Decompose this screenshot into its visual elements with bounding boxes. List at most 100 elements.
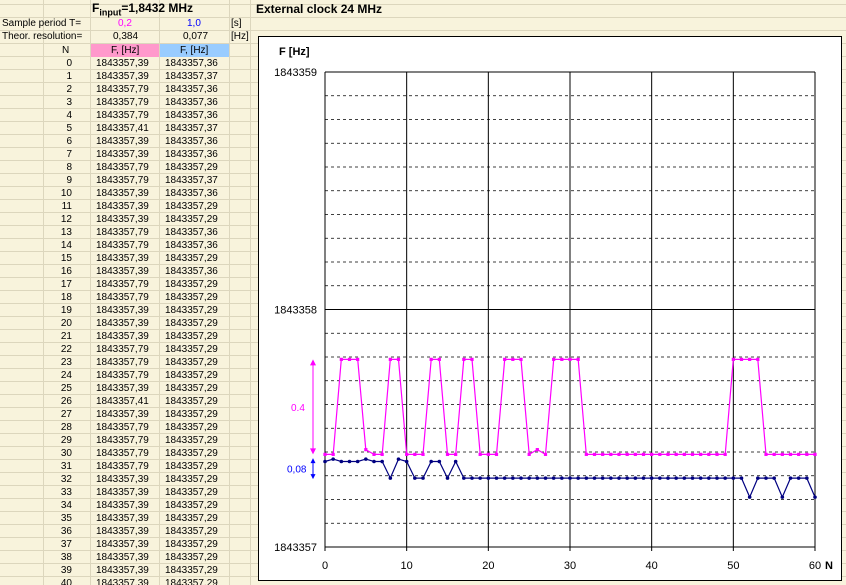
table-cell-f1[interactable]: 1843357,79 (96, 227, 149, 239)
table-cell-n[interactable]: 18 (44, 292, 72, 304)
table-cell-f2[interactable]: 1843357,29 (165, 357, 218, 369)
table-cell-f1[interactable]: 1843357,39 (96, 305, 149, 317)
table-cell-n[interactable]: 34 (44, 500, 72, 512)
table-cell-f1[interactable]: 1843357,39 (96, 136, 149, 148)
table-cell-n[interactable]: 26 (44, 396, 72, 408)
table-cell-f2[interactable]: 1843357,29 (165, 370, 218, 382)
table-cell-f1[interactable]: 1843357,39 (96, 409, 149, 421)
table-cell-f2[interactable]: 1843357,29 (165, 487, 218, 499)
table-cell-n[interactable]: 10 (44, 188, 72, 200)
table-cell-f2[interactable]: 1843357,36 (165, 84, 218, 96)
table-cell-n[interactable]: 9 (44, 175, 72, 187)
table-cell-f2[interactable]: 1843357,36 (165, 240, 218, 252)
table-cell-n[interactable]: 0 (44, 58, 72, 70)
table-cell-n[interactable]: 14 (44, 240, 72, 252)
table-cell-f2[interactable]: 1843357,36 (165, 188, 218, 200)
table-cell-n[interactable]: 24 (44, 370, 72, 382)
table-cell-f1[interactable]: 1843357,79 (96, 422, 149, 434)
resolution-blue[interactable]: 0,077 (183, 31, 208, 43)
table-cell-f1[interactable]: 1843357,39 (96, 500, 149, 512)
table-cell-n[interactable]: 1 (44, 71, 72, 83)
table-cell-f2[interactable]: 1843357,36 (165, 227, 218, 239)
table-cell-f2[interactable]: 1843357,29 (165, 448, 218, 460)
table-cell-f1[interactable]: 1843357,79 (96, 461, 149, 473)
table-cell-n[interactable]: 11 (44, 201, 72, 213)
table-cell-f2[interactable]: 1843357,29 (165, 500, 218, 512)
table-cell-n[interactable]: 33 (44, 487, 72, 499)
table-cell-f2[interactable]: 1843357,29 (165, 565, 218, 577)
table-cell-f2[interactable]: 1843357,36 (165, 58, 218, 70)
table-cell-f2[interactable]: 1843357,29 (165, 292, 218, 304)
table-cell-f1[interactable]: 1843357,39 (96, 58, 149, 70)
table-cell-f1[interactable]: 1843357,39 (96, 266, 149, 278)
table-cell-f2[interactable]: 1843357,29 (165, 474, 218, 486)
table-cell-f2[interactable]: 1843357,36 (165, 97, 218, 109)
table-cell-f1[interactable]: 1843357,39 (96, 487, 149, 499)
table-cell-n[interactable]: 28 (44, 422, 72, 434)
table-cell-f1[interactable]: 1843357,79 (96, 292, 149, 304)
table-cell-n[interactable]: 4 (44, 110, 72, 122)
table-cell-f1[interactable]: 1843357,39 (96, 539, 149, 551)
table-cell-f1[interactable]: 1843357,79 (96, 162, 149, 174)
table-cell-n[interactable]: 17 (44, 279, 72, 291)
table-cell-f1[interactable]: 1843357,39 (96, 383, 149, 395)
table-cell-n[interactable]: 36 (44, 526, 72, 538)
table-cell-f2[interactable]: 1843357,29 (165, 214, 218, 226)
table-cell-f2[interactable]: 1843357,29 (165, 318, 218, 330)
table-cell-n[interactable]: 32 (44, 474, 72, 486)
table-cell-f1[interactable]: 1843357,79 (96, 344, 149, 356)
table-cell-f2[interactable]: 1843357,29 (165, 253, 218, 265)
table-cell-f2[interactable]: 1843357,29 (165, 279, 218, 291)
table-cell-f1[interactable]: 1843357,39 (96, 513, 149, 525)
table-cell-n[interactable]: 16 (44, 266, 72, 278)
table-cell-n[interactable]: 3 (44, 97, 72, 109)
table-cell-f2[interactable]: 1843357,29 (165, 539, 218, 551)
table-cell-n[interactable]: 31 (44, 461, 72, 473)
table-cell-f2[interactable]: 1843357,29 (165, 162, 218, 174)
table-cell-f2[interactable]: 1843357,29 (165, 461, 218, 473)
table-cell-f2[interactable]: 1843357,29 (165, 526, 218, 538)
table-cell-n[interactable]: 19 (44, 305, 72, 317)
table-cell-f2[interactable]: 1843357,29 (165, 435, 218, 447)
table-cell-f1[interactable]: 1843357,79 (96, 279, 149, 291)
table-cell-f1[interactable]: 1843357,39 (96, 474, 149, 486)
table-cell-n[interactable]: 20 (44, 318, 72, 330)
table-cell-n[interactable]: 27 (44, 409, 72, 421)
table-cell-n[interactable]: 15 (44, 253, 72, 265)
table-cell-f2[interactable]: 1843357,29 (165, 578, 218, 585)
table-cell-f2[interactable]: 1843357,37 (165, 175, 218, 187)
table-cell-f2[interactable]: 1843357,36 (165, 149, 218, 161)
chart-frame[interactable]: 0 10 20 30 40 50 60 1843357 1843358 1843359 F [Hz]… (258, 36, 842, 581)
table-cell-f1[interactable]: 1843357,39 (96, 565, 149, 577)
table-cell-f2[interactable]: 1843357,36 (165, 110, 218, 122)
table-cell-n[interactable]: 39 (44, 565, 72, 577)
table-cell-n[interactable]: 37 (44, 539, 72, 551)
table-cell-f1[interactable]: 1843357,39 (96, 214, 149, 226)
table-cell-f1[interactable]: 1843357,79 (96, 97, 149, 109)
table-cell-f1[interactable]: 1843357,39 (96, 331, 149, 343)
table-cell-f2[interactable]: 1843357,29 (165, 201, 218, 213)
table-cell-f2[interactable]: 1843357,36 (165, 266, 218, 278)
table-cell-f1[interactable]: 1843357,39 (96, 526, 149, 538)
table-cell-n[interactable]: 6 (44, 136, 72, 148)
table-cell-f2[interactable]: 1843357,36 (165, 136, 218, 148)
table-cell-n[interactable]: 25 (44, 383, 72, 395)
table-cell-n[interactable]: 8 (44, 162, 72, 174)
table-cell-f2[interactable]: 1843357,29 (165, 331, 218, 343)
table-cell-f1[interactable]: 1843357,79 (96, 435, 149, 447)
table-cell-f1[interactable]: 1843357,79 (96, 110, 149, 122)
table-cell-n[interactable]: 13 (44, 227, 72, 239)
table-cell-f2[interactable]: 1843357,37 (165, 71, 218, 83)
table-cell-f1[interactable]: 1843357,79 (96, 370, 149, 382)
table-cell-n[interactable]: 23 (44, 357, 72, 369)
sample-period-blue[interactable]: 1,0 (187, 18, 201, 30)
table-cell-f1[interactable]: 1843357,39 (96, 253, 149, 265)
table-cell-f1[interactable]: 1843357,39 (96, 71, 149, 83)
table-cell-f1[interactable]: 1843357,39 (96, 552, 149, 564)
table-cell-n[interactable]: 21 (44, 331, 72, 343)
table-cell-f1[interactable]: 1843357,79 (96, 240, 149, 252)
resolution-pink[interactable]: 0,384 (113, 31, 138, 43)
table-cell-f1[interactable]: 1843357,79 (96, 84, 149, 96)
table-cell-f1[interactable]: 1843357,39 (96, 318, 149, 330)
table-cell-n[interactable]: 35 (44, 513, 72, 525)
